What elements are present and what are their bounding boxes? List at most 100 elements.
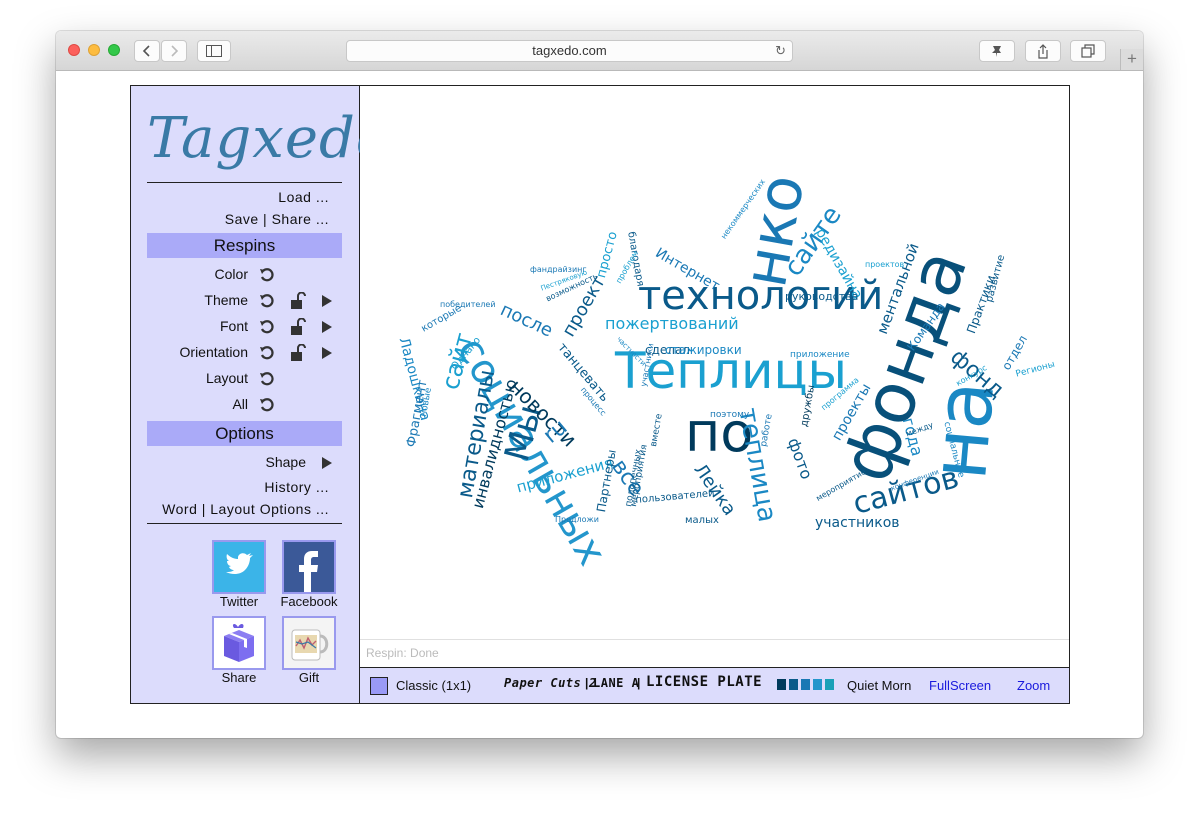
respin-orientation-row: Orientation	[147, 343, 342, 363]
tagxedo-app: Tagxedo Load ... Save | Share ... Respin…	[130, 85, 1070, 704]
cloud-word[interactable]: малых	[685, 516, 719, 526]
respin-font-icon[interactable]	[257, 317, 277, 337]
shape-row[interactable]: Shape	[147, 453, 342, 473]
font-option-license-plate[interactable]: LICENSE PLATE	[646, 674, 762, 690]
cloud-word[interactable]: вместе	[649, 413, 665, 448]
gift-box-share-icon	[224, 624, 254, 662]
font-option-paper-cuts[interactable]: Paper Cuts 2	[504, 676, 597, 690]
respins-header: Respins	[147, 233, 342, 258]
respin-orientation-icon[interactable]	[257, 343, 277, 363]
cloud-word[interactable]: фото	[784, 435, 816, 482]
theme-color-swatch[interactable]	[825, 679, 834, 690]
word-cloud-canvas[interactable]: Теплицы фонда на по технологий нко социальных с…	[360, 86, 1069, 639]
cloud-word[interactable]: победителей	[440, 301, 496, 309]
share-toolbar-button[interactable]	[1025, 40, 1061, 62]
cloud-word[interactable]: теплица	[732, 406, 782, 525]
tagxedo-logo: Tagxedo	[147, 106, 391, 171]
cloud-word[interactable]: Предложи	[555, 516, 599, 524]
cloud-word[interactable]: руководства	[785, 291, 858, 302]
word-layout-options-link[interactable]: Word | Layout Options ...	[162, 501, 329, 517]
theme-color-swatch[interactable]	[813, 679, 822, 690]
new-tab-button[interactable]: +	[1120, 49, 1143, 70]
respin-theme-icon[interactable]	[257, 291, 277, 311]
load-link[interactable]: Load ...	[278, 189, 329, 205]
respin-all-row: All	[147, 395, 342, 415]
facebook-label: Facebook	[280, 594, 338, 609]
address-bar[interactable]: tagxedo.com ↻	[346, 40, 793, 62]
bottom-toolbar: Classic (1x1) Paper Cuts 2 | LANE A | LI…	[360, 667, 1069, 703]
font-option-lane-a[interactable]: LANE A	[593, 676, 639, 690]
theme-color-swatch[interactable]	[789, 679, 798, 690]
respin-all-icon[interactable]	[257, 395, 277, 415]
respin-color-row: Color	[147, 265, 342, 285]
respin-layout-row: Layout	[147, 369, 342, 389]
reload-icon[interactable]: ↻	[775, 41, 786, 61]
unlock-font-icon[interactable]	[288, 317, 308, 337]
forward-button[interactable]	[161, 40, 187, 62]
cloud-word[interactable]: проектов	[865, 261, 904, 269]
shape-expand-icon[interactable]	[317, 453, 337, 473]
cloud-word[interactable]: просто	[594, 230, 621, 280]
history-link[interactable]: History ...	[264, 479, 329, 495]
sidebar-icon	[206, 45, 222, 57]
browser-toolbar: tagxedo.com ↻ +	[56, 31, 1143, 71]
sidebar-toggle-button[interactable]	[197, 40, 231, 62]
zoom-link[interactable]: Zoom	[1017, 678, 1050, 693]
respin-orientation-label: Orientation	[179, 344, 248, 360]
font-expand-icon[interactable]	[317, 317, 337, 337]
cloud-word[interactable]: поэтому	[710, 411, 749, 420]
respin-layout-icon[interactable]	[257, 369, 277, 389]
twitter-label: Twitter	[219, 594, 259, 609]
font-separator: |	[585, 676, 589, 690]
twitter-bird-icon	[226, 553, 253, 575]
respin-font-row: Font	[147, 317, 342, 337]
share-icon	[1038, 43, 1048, 59]
share-button[interactable]	[212, 616, 266, 670]
close-window-button[interactable]	[68, 44, 80, 56]
respin-theme-label: Theme	[204, 292, 248, 308]
cloud-word[interactable]: после	[497, 299, 556, 341]
shape-label: Shape	[265, 454, 306, 470]
status-bar: Respin: Done	[360, 639, 1069, 667]
back-button[interactable]	[134, 40, 160, 62]
save-share-link[interactable]: Save | Share ...	[225, 211, 329, 227]
minimize-window-button[interactable]	[88, 44, 100, 56]
divider	[147, 523, 342, 524]
share-label: Share	[221, 670, 257, 685]
cloud-word[interactable]: стажировки	[665, 344, 742, 356]
divider	[147, 182, 342, 183]
cloud-word[interactable]: пожертвований	[605, 316, 739, 332]
twitter-button[interactable]	[212, 540, 266, 594]
chevron-left-icon	[142, 45, 150, 57]
gift-label: Gift	[298, 670, 320, 685]
unlock-orientation-icon[interactable]	[288, 343, 308, 363]
fullscreen-link[interactable]: FullScreen	[929, 678, 991, 693]
theme-color-swatch[interactable]	[777, 679, 786, 690]
respin-font-label: Font	[219, 318, 248, 334]
theme-color-swatch[interactable]	[801, 679, 810, 690]
font-separator: |	[637, 676, 641, 690]
gift-button[interactable]	[282, 616, 336, 670]
pin-icon	[992, 46, 1001, 57]
theme-name[interactable]: Quiet Morn	[847, 678, 911, 693]
orientation-expand-icon[interactable]	[317, 343, 337, 363]
url-text: tagxedo.com	[532, 43, 607, 58]
theme-expand-icon[interactable]	[317, 291, 337, 311]
respin-all-label: All	[232, 396, 248, 412]
extension-button[interactable]	[979, 40, 1015, 62]
sidebar: Tagxedo Load ... Save | Share ... Respin…	[131, 86, 391, 703]
shape-swatch[interactable]	[370, 677, 388, 695]
respin-color-label: Color	[214, 266, 248, 282]
respin-layout-label: Layout	[205, 370, 248, 386]
shape-name[interactable]: Classic (1x1)	[396, 678, 471, 693]
cloud-word[interactable]: Регионы	[1015, 360, 1056, 380]
tabs-button[interactable]	[1070, 40, 1106, 62]
unlock-theme-icon[interactable]	[288, 291, 308, 311]
cloud-word[interactable]: приложение	[790, 351, 850, 360]
zoom-window-button[interactable]	[108, 44, 120, 56]
respin-color-icon[interactable]	[257, 265, 277, 285]
facebook-button[interactable]	[282, 540, 336, 594]
cloud-word[interactable]: участников	[815, 516, 900, 530]
tabs-icon	[1081, 44, 1095, 58]
cloud-word[interactable]: пользователей	[635, 488, 715, 506]
